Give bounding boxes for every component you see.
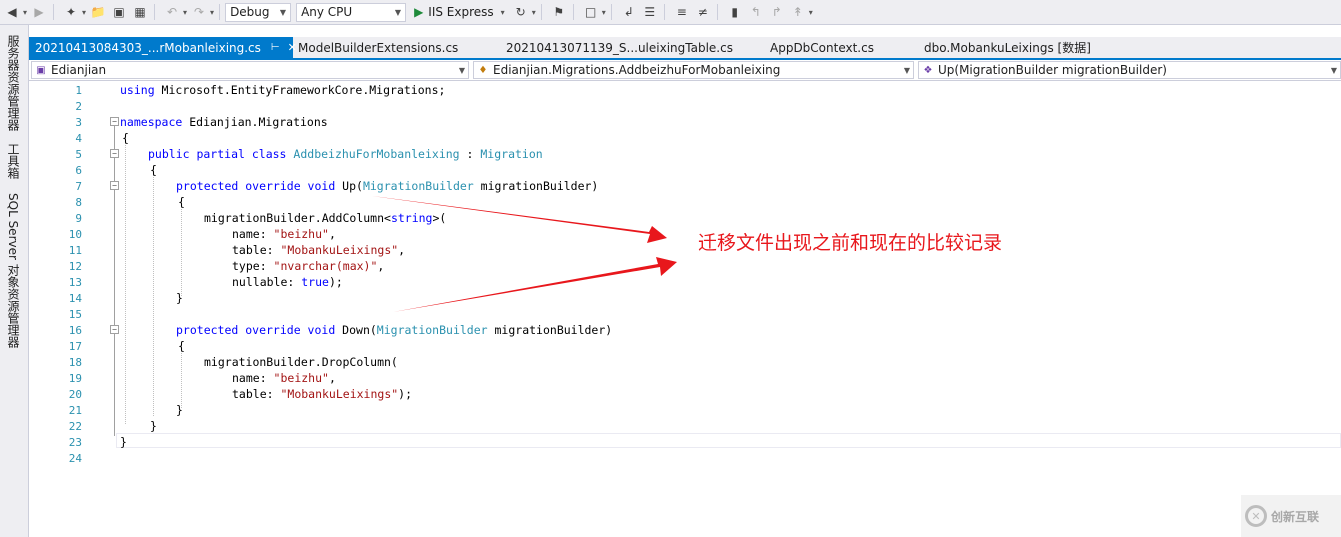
annotation-text: 迁移文件出现之前和现在的比较记录 <box>698 232 1003 254</box>
arrow-down-right <box>372 196 667 243</box>
arrow-up-right <box>393 257 677 312</box>
annotation-arrows <box>372 196 677 312</box>
watermark-text: 创新互联 <box>1271 509 1320 524</box>
watermark: ✕ 创新互联 <box>1241 495 1341 537</box>
watermark-logo-icon: ✕ <box>1245 505 1267 527</box>
